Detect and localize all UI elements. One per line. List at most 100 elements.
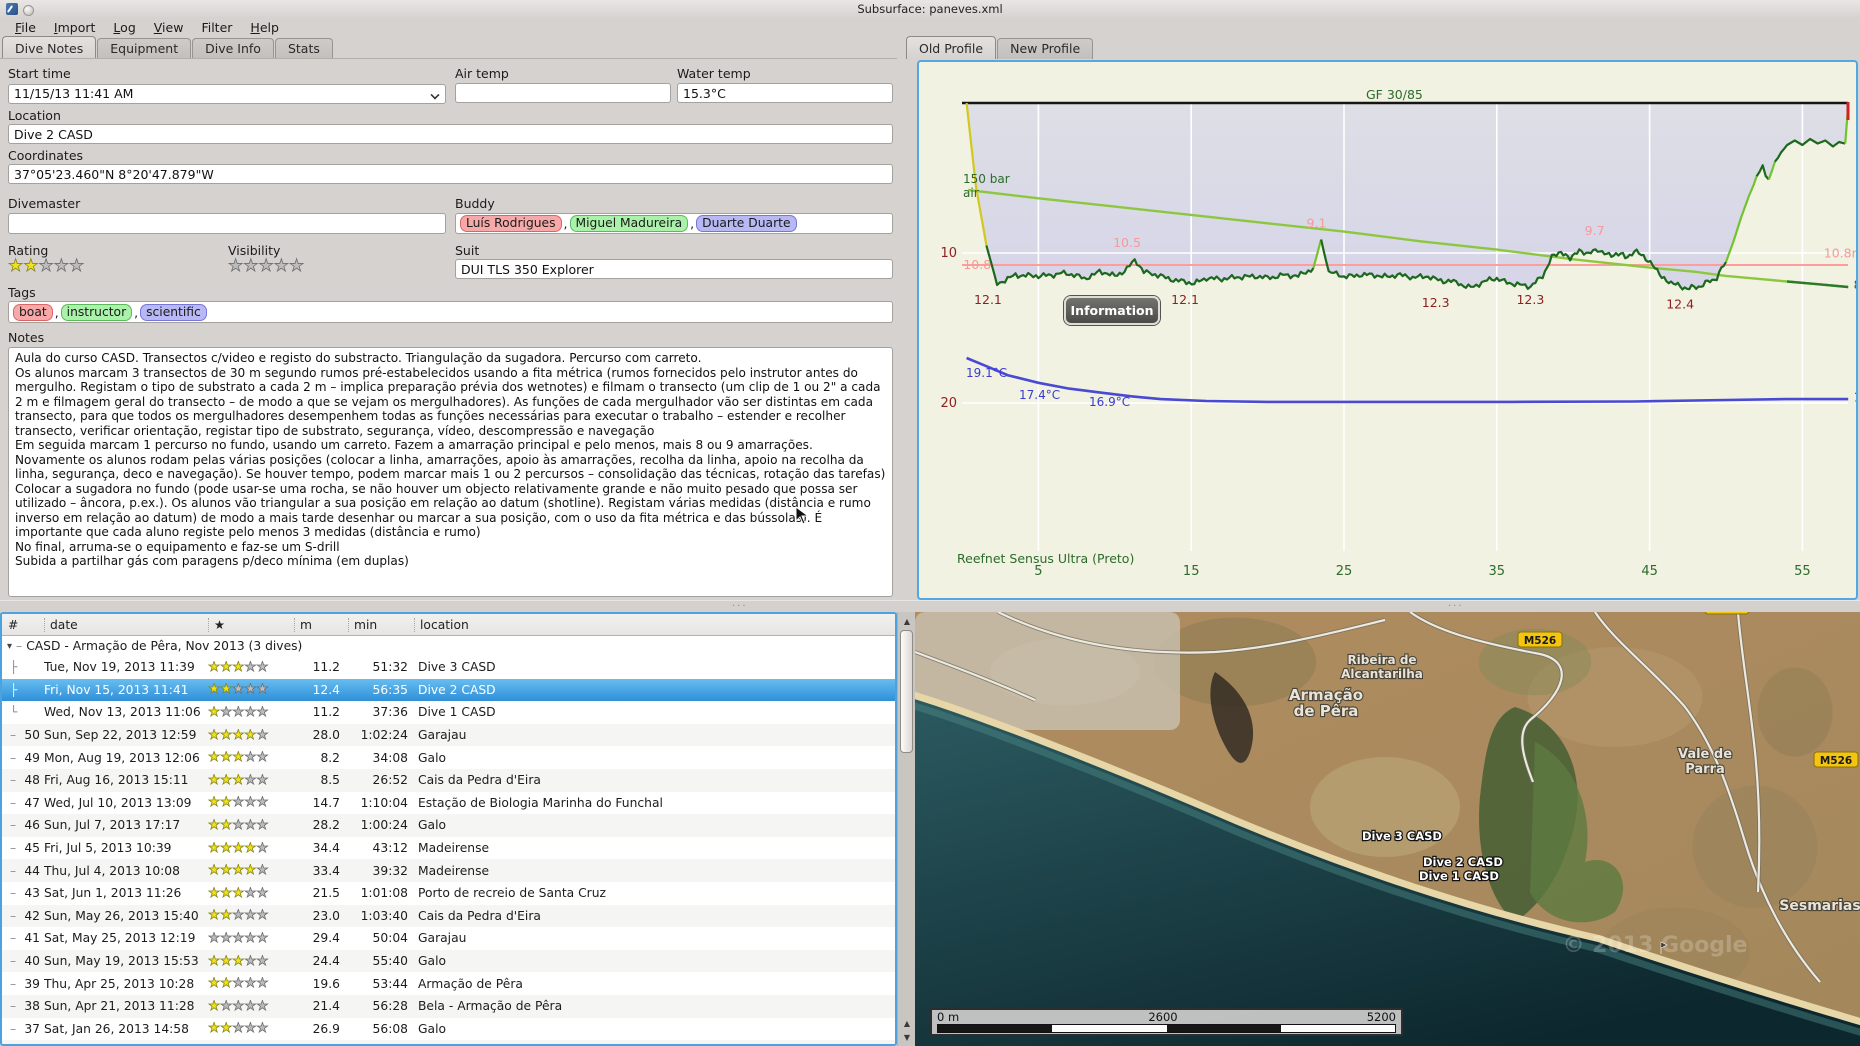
dive-depth-cell: 23.0 (312, 908, 340, 923)
tab-new-profile[interactable]: New Profile (997, 38, 1094, 59)
svg-text:12.3: 12.3 (1422, 295, 1450, 310)
chevron-down-icon[interactable] (431, 90, 439, 98)
visibility-stars[interactable]: ★★★★★ (228, 257, 305, 275)
notes-input[interactable]: Aula do curso CASD. Transectos c/video e… (8, 347, 893, 597)
column-header-location[interactable]: location (414, 617, 895, 632)
dive-date-cell: Sat, Jun 1, 2013 11:26 (44, 886, 182, 901)
dive-row[interactable]: –48 Fri, Aug 16, 2013 15:11 ★★★★★ 8.5 26:52 C… (2, 768, 895, 792)
buddy-chip[interactable]: Miguel Madureira (569, 215, 689, 232)
rating-stars[interactable]: ★★★★★ (8, 257, 85, 275)
scroll-up-icon[interactable]: ▲ (900, 614, 914, 628)
scroll-up-icon[interactable]: ▲ (900, 1016, 914, 1030)
menu-item-help[interactable]: Help (241, 19, 288, 36)
menu-item-log[interactable]: Log (104, 19, 144, 36)
dive-row[interactable]: –47 Wed, Jul 10, 2013 13:09 ★★★★★ 14.7 1:10:… (2, 792, 895, 815)
dive-depth-cell: 8.2 (320, 750, 340, 765)
dive-duration-cell: 55:40 (372, 954, 408, 969)
collapse-caret-icon[interactable]: ▾ (7, 641, 12, 652)
dive-date-cell: Fri, Aug 16, 2013 15:11 (44, 773, 189, 788)
coordinates-input[interactable] (8, 164, 893, 184)
tag-chip[interactable]: instructor (60, 303, 133, 321)
dive-location-cell: Porto de recreio de Santa Cruz (418, 886, 606, 901)
dive-number-cell: ├ (10, 660, 18, 675)
tag-chip[interactable]: boat (13, 303, 53, 321)
dive-location-cell: Armação de Pêra (418, 976, 523, 991)
scrollbar-thumb[interactable] (900, 630, 913, 753)
start-time-combo[interactable] (8, 83, 446, 104)
dive-number-cell: –50 (10, 728, 40, 743)
svg-text:10.8: 10.8 (963, 257, 991, 272)
tab-dive-notes[interactable]: Dive Notes (2, 36, 97, 59)
dive-list-scrollbar[interactable]: ▲ ▲ ▼ (897, 612, 915, 1046)
dive-list[interactable]: # date ★ m min location ▾ – CASD - Armação de… (0, 612, 897, 1046)
tab-old-profile[interactable]: Old Profile (906, 36, 997, 59)
dive-row[interactable]: –43 Sat, Jun 1, 2013 11:26 ★★★★★ 21.5 1:01:0… (2, 882, 895, 905)
map-place-label: Vale de (1678, 747, 1732, 762)
dive-number-cell: –49 (10, 750, 40, 765)
column-header-rating[interactable]: ★ (208, 617, 294, 632)
buddy-chip[interactable]: Duarte Duarte (696, 215, 797, 232)
buddy-input[interactable]: Luís Rodrigues, Miguel Madureira, Duarte D… (455, 213, 893, 234)
menu-item-view[interactable]: View (145, 19, 193, 36)
air-temp-input[interactable] (455, 83, 671, 103)
tab-dive-info[interactable]: Dive Info (192, 38, 274, 59)
dive-row[interactable]: –42 Sun, May 26, 2013 15:40 ★★★★★ 23.0 1:03:… (2, 904, 895, 928)
menu-item-file[interactable]: File (6, 19, 45, 36)
splitter-grip-icon: ··· (1448, 601, 1464, 612)
menu-item-import[interactable]: Import (45, 19, 105, 36)
suit-input[interactable] (455, 259, 893, 279)
dive-row[interactable]: –50 Sun, Sep 22, 2013 12:59 ★★★★★ 28.0 1:02:… (2, 723, 895, 747)
divemaster-input[interactable] (8, 213, 446, 234)
dive-list-header[interactable]: # date ★ m min location (2, 614, 895, 636)
dive-duration-cell: 1:03:40 (360, 908, 408, 923)
svg-text:10: 10 (940, 246, 957, 261)
trip-label: CASD - Armação de Pêra, Nov 2013 (3 dive… (26, 639, 303, 653)
scroll-down-icon[interactable]: ▼ (900, 1030, 914, 1044)
dive-duration-cell: 56:08 (372, 1021, 408, 1036)
dive-location-cell: Galo (418, 954, 447, 969)
air-temp-label: Air temp (455, 66, 509, 81)
dive-row[interactable]: ├ Tue, Nov 19, 2013 11:39 ★★★★★ 11.2 51:32 Di… (2, 656, 895, 679)
tab-equipment[interactable]: Equipment (97, 38, 192, 59)
svg-text:16.9°C: 16.9°C (1089, 395, 1130, 409)
dive-trip-row[interactable]: ▾ – CASD - Armação de Pêra, Nov 2013 (3 … (2, 636, 895, 656)
tags-input[interactable]: boat, instructor, scientific (8, 301, 893, 323)
dive-row[interactable]: –38 Sun, Apr 21, 2013 11:28 ★★★★★ 21.4 56:28… (2, 994, 895, 1018)
menu-item-filter[interactable]: Filter (192, 19, 241, 36)
dive-row[interactable]: –44 Thu, Jul 4, 2013 10:08 ★★★★★ 33.4 39:32 M… (2, 859, 895, 882)
dive-row[interactable]: └ Wed, Nov 13, 2013 11:06 ★★★★★ 11.2 37:36 Di… (2, 701, 895, 724)
location-input[interactable] (8, 124, 893, 144)
dive-duration-cell: 43:12 (372, 841, 408, 856)
dive-number-cell: –39 (10, 976, 40, 991)
dive-date-cell: Sat, Jan 26, 2013 14:58 (44, 1021, 189, 1036)
dive-site-map[interactable]: © 2013 Google Armação de Pêra Ribeira de Alc… (915, 612, 1860, 1046)
start-time-input[interactable] (8, 83, 446, 104)
column-header-depth[interactable]: m (294, 617, 348, 632)
dive-row[interactable]: –41 Sat, May 25, 2013 12:19 ★★★★★ 29.4 50:04… (2, 927, 895, 950)
dive-depth-cell: 28.2 (312, 818, 340, 833)
dive-profile-chart[interactable]: 10 20 5 15 25 35 45 55 12.1 10.5 12.1 9.1 12.3 12.3 9.… (917, 60, 1860, 600)
dive-row[interactable]: ├ Fri, Nov 15, 2013 11:41 ★★★★★ 12.4 56:35 Di… (2, 678, 895, 702)
titlebar[interactable]: Subsurface: paneves.xml (0, 0, 1860, 18)
water-temp-input[interactable] (677, 83, 893, 103)
dive-rating-cell: ★★★★★ (208, 728, 269, 742)
buddy-chip[interactable]: Luís Rodrigues (460, 215, 562, 232)
column-header-duration[interactable]: min (348, 617, 414, 632)
information-button[interactable]: Information (1064, 296, 1160, 325)
dive-row[interactable]: –49 Mon, Aug 19, 2013 12:06 ★★★★★ 8.2 34:08 G… (2, 746, 895, 769)
dive-row[interactable]: –45 Fri, Jul 5, 2013 10:39 ★★★★★ 34.4 43:12 M… (2, 837, 895, 860)
column-header-num[interactable]: # (2, 618, 44, 632)
dive-row[interactable]: –40 Sun, May 19, 2013 15:53 ★★★★★ 24.4 55:40… (2, 949, 895, 973)
tag-chip[interactable]: scientific (140, 303, 207, 321)
dive-rating-cell: ★★★★★ (208, 954, 269, 968)
scale-mid: 2600 (1148, 1010, 1178, 1024)
column-header-date[interactable]: date (44, 617, 208, 632)
dive-row[interactable]: –46 Sun, Jul 7, 2013 17:17 ★★★★★ 28.2 1:00:2… (2, 814, 895, 837)
dive-date-cell: Sun, Sep 22, 2013 12:59 (44, 728, 197, 743)
dive-row[interactable]: –39 Thu, Apr 25, 2013 10:28 ★★★★★ 19.6 53:44… (2, 972, 895, 995)
dive-row[interactable]: –37 Sat, Jan 26, 2013 14:58 ★★★★★ 26.9 56:08… (2, 1018, 895, 1041)
dive-row[interactable]: –36Sun, Jan 20, 2013 12:33★★★★★21.758:36… (2, 1040, 895, 1044)
tab-stats[interactable]: Stats (274, 38, 333, 59)
profile-plot[interactable]: 10 20 5 15 25 35 45 55 12.1 10.5 12.1 9.1 12.3 12.3 9.… (919, 62, 1860, 598)
map-canvas[interactable]: © 2013 GoogleArmaçãode PêraRibeira deAlc… (915, 612, 1860, 1046)
